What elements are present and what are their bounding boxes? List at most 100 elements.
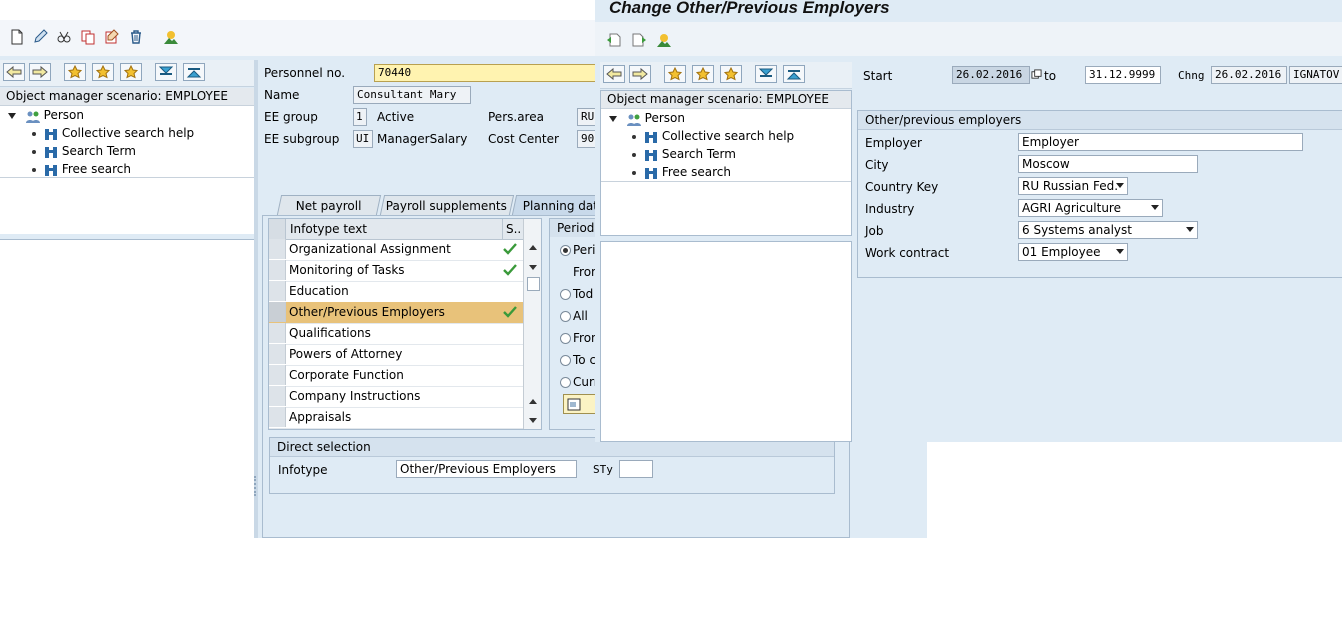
personnel-no-field[interactable]: 70440 bbox=[374, 64, 614, 82]
to-label: to bbox=[1044, 69, 1057, 83]
tree-item-label: Free search bbox=[661, 165, 731, 179]
row-selector[interactable] bbox=[269, 260, 286, 280]
row-selector[interactable] bbox=[269, 281, 286, 301]
next-record-button[interactable] bbox=[630, 31, 648, 49]
work-contract-select[interactable]: 01 Employee bbox=[1018, 243, 1128, 261]
overview-button[interactable] bbox=[655, 31, 673, 49]
tree-root-person[interactable]: Person bbox=[609, 109, 685, 127]
table-row[interactable]: Monitoring of Tasks bbox=[269, 260, 523, 282]
grid-scrollbar[interactable] bbox=[523, 219, 541, 429]
row-selector[interactable] bbox=[269, 407, 286, 427]
collapse-button[interactable] bbox=[783, 65, 805, 83]
industry-select[interactable]: AGRI Agriculture bbox=[1018, 199, 1163, 217]
bullet bbox=[32, 168, 36, 172]
chevron-down-icon bbox=[1116, 183, 1124, 188]
from-radio[interactable] bbox=[560, 333, 571, 344]
all-radio[interactable] bbox=[560, 311, 571, 322]
tree-item-collective-search[interactable]: Collective search help bbox=[644, 127, 794, 145]
tab-label: Planning data bbox=[522, 199, 606, 213]
edit-favorites-button[interactable] bbox=[120, 63, 142, 81]
today-radio[interactable] bbox=[560, 289, 571, 300]
scroll-down-icon[interactable] bbox=[529, 418, 537, 423]
country-key-label: Country Key bbox=[865, 180, 939, 194]
row-selector[interactable] bbox=[269, 323, 286, 343]
left-object-tree: Object manager scenario: EMPLOYEE Person… bbox=[0, 88, 254, 234]
ee-subgroup-text: ManagerSalary bbox=[377, 132, 468, 146]
country-key-select[interactable]: RU Russian Fed. bbox=[1018, 177, 1128, 195]
collapse-button[interactable] bbox=[183, 63, 205, 81]
table-row-selected[interactable]: Other/Previous Employers bbox=[269, 302, 523, 324]
table-row[interactable]: Qualifications bbox=[269, 323, 523, 345]
copy-button[interactable] bbox=[79, 28, 97, 46]
employer-input[interactable]: Employer bbox=[1018, 133, 1303, 151]
row-selector[interactable] bbox=[269, 386, 286, 406]
tree-root-person[interactable]: Person bbox=[8, 106, 84, 124]
tree-item-collective-search[interactable]: Collective search help bbox=[44, 124, 194, 142]
city-input[interactable]: Moscow bbox=[1018, 155, 1198, 173]
edit-favorites-button[interactable] bbox=[720, 65, 742, 83]
tree-item-search-term[interactable]: Search Term bbox=[644, 145, 736, 163]
back-button[interactable] bbox=[3, 63, 25, 81]
change-button[interactable] bbox=[31, 28, 49, 46]
current-radio[interactable] bbox=[560, 377, 571, 388]
industry-value: AGRI Agriculture bbox=[1022, 201, 1121, 215]
vertical-splitter[interactable] bbox=[254, 60, 258, 538]
person-icon bbox=[626, 113, 641, 126]
back-button[interactable] bbox=[603, 65, 625, 83]
infotype-input[interactable]: Other/Previous Employers bbox=[396, 460, 577, 478]
expand-button[interactable] bbox=[155, 63, 177, 81]
row-selector[interactable] bbox=[269, 344, 286, 364]
delete-button[interactable] bbox=[127, 28, 145, 46]
work-contract-value: 01 Employee bbox=[1022, 245, 1101, 259]
tree-item-free-search[interactable]: Free search bbox=[44, 160, 131, 178]
table-row[interactable]: Appraisals bbox=[269, 407, 523, 429]
row-selector[interactable] bbox=[269, 302, 286, 322]
table-row[interactable]: Corporate Function bbox=[269, 365, 523, 387]
sty-input[interactable] bbox=[619, 460, 653, 478]
overview-button[interactable] bbox=[162, 28, 180, 46]
forward-button[interactable] bbox=[629, 65, 651, 83]
table-row[interactable]: Organizational Assignment bbox=[269, 239, 523, 261]
tree-item-search-term[interactable]: Search Term bbox=[44, 142, 136, 160]
scroll-up-icon[interactable] bbox=[529, 245, 537, 250]
table-row[interactable]: Education bbox=[269, 281, 523, 303]
infotype-text: Education bbox=[289, 284, 349, 298]
left-sash-dots[interactable] bbox=[254, 476, 258, 496]
tree-item-free-search[interactable]: Free search bbox=[644, 163, 731, 181]
scroll-down-icon[interactable] bbox=[529, 265, 537, 270]
copy-icon[interactable] bbox=[1031, 69, 1042, 80]
delimit-button[interactable] bbox=[103, 28, 121, 46]
previous-record-button[interactable] bbox=[605, 31, 623, 49]
expand-button[interactable] bbox=[755, 65, 777, 83]
add-favorite-button[interactable] bbox=[64, 63, 86, 81]
chevron-up-double-icon bbox=[186, 68, 202, 78]
forward-button[interactable] bbox=[29, 63, 51, 81]
scroll-thumb[interactable] bbox=[527, 277, 540, 291]
scroll-up-icon[interactable] bbox=[529, 399, 537, 404]
tree-root-label: Person bbox=[644, 111, 685, 125]
create-button[interactable] bbox=[8, 28, 26, 46]
dialog-object-tree: Object manager scenario: EMPLOYEE Person… bbox=[600, 90, 852, 236]
tab-payroll-supplements[interactable]: Payroll supplements bbox=[379, 195, 515, 215]
row-selector[interactable] bbox=[269, 239, 286, 259]
change-dialog: Change Other/Previous Employers Object m… bbox=[595, 0, 1342, 442]
star-icon bbox=[95, 65, 111, 79]
job-select[interactable]: 6 Systems analyst bbox=[1018, 221, 1198, 239]
overview-icon bbox=[164, 31, 178, 44]
end-date-field[interactable]: 31.12.9999 bbox=[1085, 66, 1161, 84]
tab-net-payroll[interactable]: Net payroll bbox=[276, 195, 382, 215]
row-selector[interactable] bbox=[269, 365, 286, 385]
start-date-field[interactable]: 26.02.2016 bbox=[952, 66, 1030, 84]
add-favorite-button[interactable] bbox=[664, 65, 686, 83]
table-row[interactable]: Powers of Attorney bbox=[269, 344, 523, 366]
header-infotype-text[interactable]: Infotype text bbox=[290, 219, 367, 239]
display-button[interactable] bbox=[55, 28, 73, 46]
tree-separator bbox=[0, 177, 254, 178]
period-radio[interactable] bbox=[560, 245, 571, 256]
table-row[interactable]: Company Instructions bbox=[269, 386, 523, 408]
employer-label: Employer bbox=[865, 136, 922, 150]
favorites-button[interactable] bbox=[692, 65, 714, 83]
to-radio[interactable] bbox=[560, 355, 571, 366]
favorites-button[interactable] bbox=[92, 63, 114, 81]
header-status[interactable]: S.. bbox=[502, 219, 523, 239]
